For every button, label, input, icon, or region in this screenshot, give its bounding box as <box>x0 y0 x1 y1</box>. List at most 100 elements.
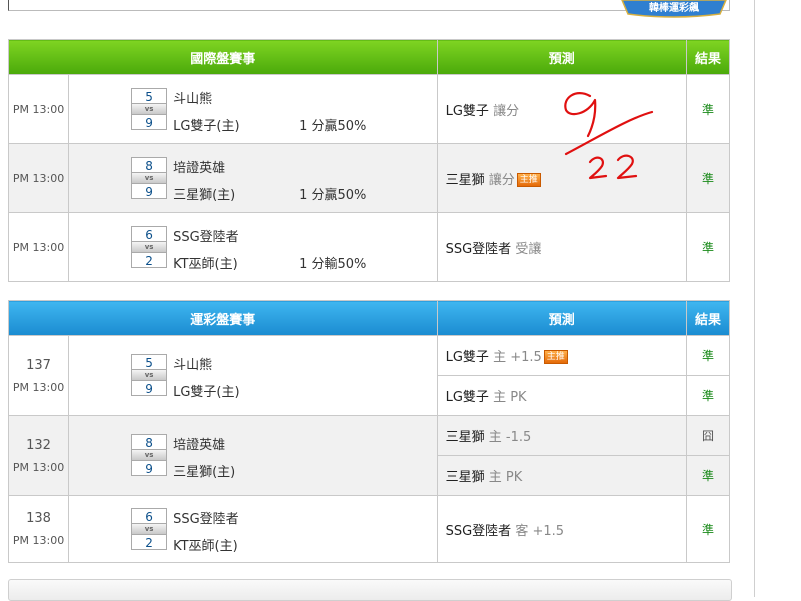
prediction-note: 客 +1.5 <box>515 523 565 539</box>
home-score: 2 <box>131 534 168 550</box>
prediction-note: 主 PK <box>493 390 527 405</box>
game-time: PM 13:00 <box>7 143 70 213</box>
prediction-note: 主 -1.5 <box>488 430 532 445</box>
result-mark: 準 <box>685 212 731 282</box>
result-mark: 準 <box>685 335 731 376</box>
result-mark: 準 <box>685 375 731 416</box>
prediction-cell: 三星獅 主 PK <box>436 455 687 496</box>
international-odds-table: 國際盤賽事 預測 結果 PM 13:00 5 vs 9 斗山熊 LG雙子(主) 1 分贏50… <box>7 39 731 282</box>
home-team: LG雙子(主) <box>173 385 240 400</box>
home-team: KT巫師(主) <box>173 539 238 554</box>
home-score: 2 <box>131 252 168 268</box>
game-number: 132 <box>26 437 51 453</box>
game-number-cell: 138 PM 13:00 <box>7 495 70 563</box>
away-score: 5 <box>131 354 168 370</box>
header-lottery-match: 運彩盤賽事 <box>8 300 438 336</box>
home-team: LG雙子(主) <box>173 119 240 134</box>
game-number-cell: 132 PM 13:00 <box>7 415 70 496</box>
prediction-team: LG雙子 <box>445 390 489 405</box>
vs-divider: vs <box>131 242 168 252</box>
prediction-note: 主 PK <box>488 470 523 485</box>
result-mark: 準 <box>685 143 731 213</box>
prediction-note: 讓分 <box>493 103 520 119</box>
vs-divider: vs <box>131 524 168 534</box>
match-cell: 6 vs 2 SSG登陸者 KT巫師(主) 1 分輸50% <box>68 212 438 282</box>
result-mark: 準 <box>685 455 731 496</box>
prediction-note: 讓分 <box>488 172 515 188</box>
home-score: 9 <box>131 183 168 199</box>
header-international-match: 國際盤賽事 <box>8 39 438 75</box>
header-result: 結果 <box>685 39 731 75</box>
prediction-cell: LG雙子 讓分 <box>436 74 687 144</box>
table-row: PM 13:00 8 vs 9 培證英雄 三星獅(主) 1 分贏50% 三星獅 讓分 主推準 <box>7 143 731 213</box>
scoreboard: 5 vs 9 <box>131 88 168 130</box>
away-team: SSG登陸者 <box>173 230 239 245</box>
away-team: 斗山熊 <box>173 92 213 107</box>
game-time: PM 13:00 <box>7 74 70 144</box>
prediction-cell: LG雙子 主 +1.5 主推 <box>436 335 687 376</box>
prediction-cell: 三星獅 讓分 主推 <box>436 143 687 213</box>
vs-divider: vs <box>131 370 168 380</box>
table-row: 138 PM 13:00 6 vs 2 SSG登陸者 KT巫師(主) SSG登陸者 客 +1.… <box>7 495 731 563</box>
game-time: PM 13:00 <box>12 380 65 394</box>
game-number-cell: 137 PM 13:00 <box>7 335 70 416</box>
prediction-team: 三星獅 <box>445 430 485 445</box>
page-divider <box>754 0 755 597</box>
table-row: PM 13:00 5 vs 9 斗山熊 LG雙子(主) 1 分贏50% LG雙子 讓分準 <box>7 74 731 144</box>
badge-text: 韓棒運彩飆 <box>649 1 699 14</box>
home-score: 9 <box>131 460 168 476</box>
away-team: 培證英雄 <box>173 438 226 453</box>
prediction-team: 三星獅 <box>445 470 485 485</box>
home-score: 9 <box>131 380 168 396</box>
prediction-cell: SSG登陸者 受讓 <box>436 212 687 282</box>
vs-divider: vs <box>131 104 168 114</box>
table-row: 132 PM 13:00 8 vs 9 培證英雄 三星獅(主) 三星獅 主 -1.5 囧 <box>7 415 731 496</box>
away-score: 8 <box>131 157 168 173</box>
prediction-team: SSG登陸者 <box>445 241 512 257</box>
vs-divider: vs <box>131 450 168 460</box>
prediction-cell: LG雙子 主 PK <box>436 375 687 416</box>
handicap-odds: 1 分贏50% <box>299 188 367 203</box>
match-cell: 8 vs 9 培證英雄 三星獅(主) <box>68 415 438 496</box>
prediction-note: 主 +1.5 <box>493 350 542 365</box>
match-cell: 8 vs 9 培證英雄三星獅(主) 1 分贏50% <box>68 143 438 213</box>
scoreboard: 5 vs 9 <box>131 354 168 396</box>
result-mark: 囧 <box>685 415 731 456</box>
match-cell: 5 vs 9 斗山熊 LG雙子(主) 1 分贏50% <box>68 74 438 144</box>
handicap-odds: 1 分贏50% <box>299 119 367 134</box>
prediction-cell: 三星獅 主 -1.5 <box>436 415 687 456</box>
scoreboard: 6 vs 2 <box>131 508 168 550</box>
table-row: 137 PM 13:00 5 vs 9 斗山熊 LG雙子(主) LG雙子 主 +1.5 主推準 <box>7 335 731 416</box>
sports-lottery-odds-table: 運彩盤賽事 預測 結果 137 PM 13:00 5 vs 9 斗山熊 LG雙子(主) LG雙… <box>7 300 731 563</box>
prediction-team: SSG登陸者 <box>445 523 512 539</box>
table-row: PM 13:00 6 vs 2 SSG登陸者 KT巫師(主) 1 分輸50% SSG登陸者 受… <box>7 212 731 282</box>
prediction-cell: SSG登陸者 客 +1.5 <box>436 495 687 563</box>
header-prediction: 預測 <box>436 300 687 336</box>
header-prediction: 預測 <box>436 39 687 75</box>
featured-pick-badge: 主推 <box>543 350 568 364</box>
vs-divider: vs <box>131 173 168 183</box>
header-result: 結果 <box>685 300 731 336</box>
prediction-team: LG雙子 <box>445 103 489 119</box>
brand-badge: 韓棒運彩飆 <box>621 0 727 18</box>
away-score: 6 <box>131 226 168 242</box>
home-team: 三星獅(主) <box>173 188 236 203</box>
result-mark: 準 <box>685 495 731 563</box>
match-cell: 5 vs 9 斗山熊 LG雙子(主) <box>68 335 438 416</box>
away-team: SSG登陸者 <box>173 512 239 527</box>
featured-pick-badge: 主推 <box>516 172 541 187</box>
scoreboard: 8 vs 9 <box>131 157 168 199</box>
away-score: 6 <box>131 508 168 524</box>
away-team: 培證英雄 <box>173 161 226 176</box>
game-time: PM 13:00 <box>12 534 65 547</box>
prediction-team: 三星獅 <box>445 172 485 188</box>
home-team: KT巫師(主) <box>173 257 238 272</box>
next-panel-edge <box>8 579 732 601</box>
away-score: 8 <box>131 434 168 450</box>
result-mark: 準 <box>685 74 731 144</box>
away-team: 斗山熊 <box>173 358 213 373</box>
scoreboard: 8 vs 9 <box>131 434 168 476</box>
game-time: PM 13:00 <box>12 460 65 474</box>
game-time: PM 13:00 <box>7 212 70 282</box>
prediction-note: 受讓 <box>515 241 542 257</box>
